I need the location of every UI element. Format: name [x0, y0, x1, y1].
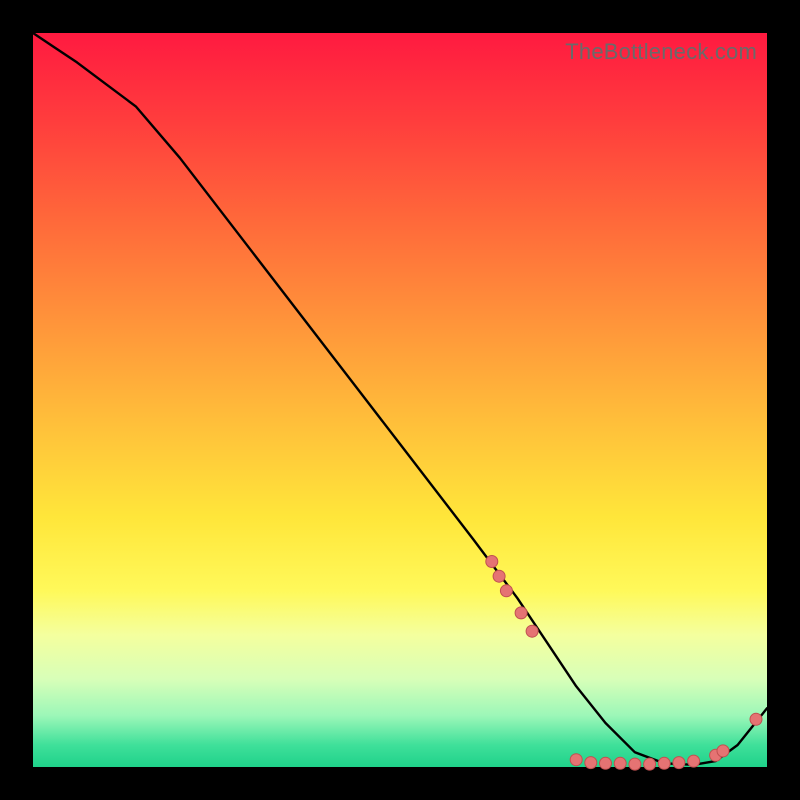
data-point: [500, 585, 512, 597]
plot-area: TheBottleneck.com: [33, 33, 767, 767]
data-point: [644, 758, 656, 770]
data-point: [688, 755, 700, 767]
data-point: [600, 757, 612, 769]
data-point: [614, 757, 626, 769]
chart-stage: TheBottleneck.com: [0, 0, 800, 800]
data-point: [717, 745, 729, 757]
data-point: [629, 758, 641, 770]
marker-group: [486, 556, 762, 771]
data-point: [515, 607, 527, 619]
data-point: [658, 757, 670, 769]
data-point: [570, 754, 582, 766]
data-point: [673, 757, 685, 769]
data-point: [493, 570, 505, 582]
data-point: [585, 757, 597, 769]
data-point: [486, 556, 498, 568]
data-point: [750, 713, 762, 725]
chart-svg: [33, 33, 767, 767]
data-point: [526, 625, 538, 637]
curve-line: [33, 33, 767, 765]
